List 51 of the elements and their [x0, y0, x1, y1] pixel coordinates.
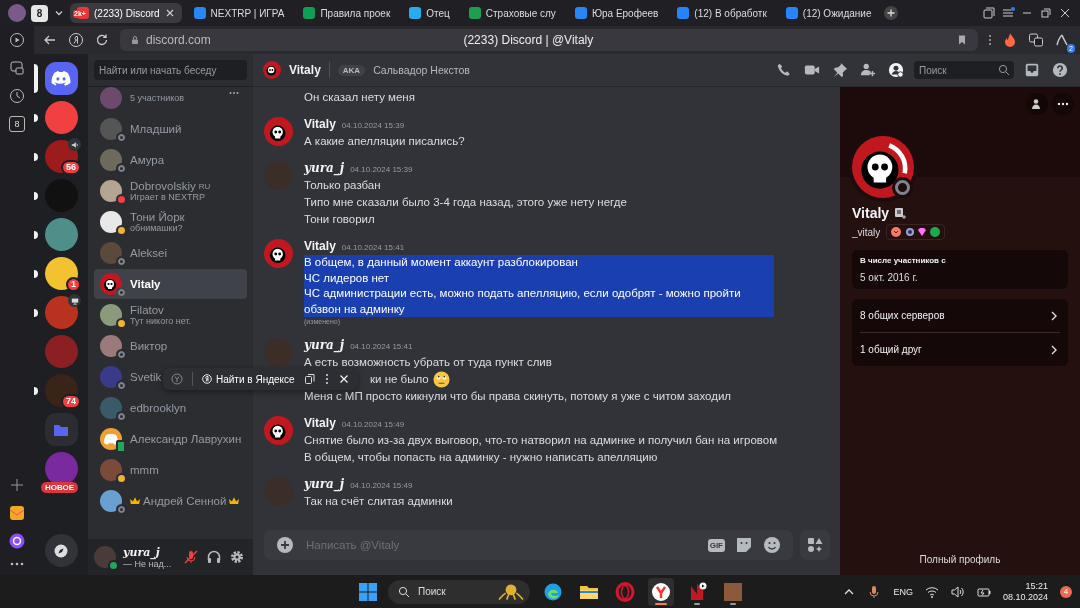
url-text: discord.com: [146, 33, 211, 47]
contact-name: Dobrovolskiy: [130, 180, 196, 192]
message-text: Только разбан: [304, 178, 381, 193]
message-text: В общем, чтобы попасть на админку - нужно написать апелляцию: [304, 450, 658, 465]
contact-name: Filatov: [130, 304, 164, 316]
contact-name: mmm: [130, 464, 159, 476]
input-placeholder: Написать @Vitaly: [306, 539, 400, 551]
search-placeholder: Поиск: [919, 64, 947, 76]
username: _vitaly: [852, 226, 881, 238]
timestamp: 04.10.2024 15:39: [341, 121, 405, 130]
message-text: Тони говорил: [304, 212, 375, 227]
country-tag: RU: [198, 181, 211, 191]
new-label: НОВОЕ: [41, 482, 79, 493]
timestamp: 04.10.2024 15:49: [341, 420, 405, 429]
contact-name: Тони Йорк: [130, 211, 185, 223]
username: yura_j: [123, 545, 161, 559]
message-text: А есть возможность убрать от туда пункт слив: [304, 355, 552, 370]
contact-name: Александр Лаврухин: [130, 433, 242, 445]
message-text: В общем, в данный момент аккаунт разблокирован ЧС лидеров нет ЧС администрации есть, можно подать апелляцию, если одобрят - можно пройти обзвон на админку: [304, 255, 774, 317]
timestamp: 04.10.2024 15:39: [350, 165, 413, 174]
status-text: Тут никого нет.: [130, 316, 193, 326]
timestamp: 04.10.2024 15:41: [341, 243, 405, 252]
contact-name: Виктор: [130, 340, 168, 352]
status-text: — Не над...: [123, 558, 173, 569]
message-text: Так на счёт слитая админки: [304, 494, 453, 509]
message-text: Типо мне сказали было 3-4 года назад, этого уже нету негде: [304, 195, 627, 210]
timestamp: 04.10.2024 15:49: [350, 481, 413, 490]
timestamp: 04.10.2024 15:41: [350, 342, 413, 351]
contact-name: Младший: [130, 123, 182, 135]
member-since-date: 5 окт. 2016 г.: [860, 272, 919, 283]
message-text: А какие апелляции писались?: [304, 134, 465, 149]
page-title: (2233) Discord | @Vitaly: [462, 33, 595, 47]
contact-name: Андрей Сенной: [143, 495, 227, 507]
message-text: Меня с МП просто кикнули что бы права скинуть, потому я уже с читом заходил: [304, 389, 732, 404]
status-text: Играет в NEXTRP: [130, 192, 206, 202]
member-since-label: В числе участников с: [860, 256, 947, 265]
recipient-name: Vitaly: [289, 63, 321, 77]
message-text: Снятие было из-за двух выговор, что-то натворил на админке и получил бан на игровом: [304, 433, 778, 448]
status-text: 5 участников: [130, 93, 186, 103]
alias-text: Сальвадор Некстов: [373, 64, 470, 76]
message-text: ки не было: [370, 372, 429, 387]
status-text: обнимашки?: [130, 223, 184, 233]
message-text: Он сказал нету меня: [304, 90, 415, 105]
profile-name: Vitaly: [852, 205, 890, 221]
contact-name: Амура: [130, 154, 165, 166]
aka-tag: AKA: [337, 64, 366, 76]
search-placeholder: Поиск: [418, 586, 446, 597]
contact-name: Svetik: [130, 371, 162, 383]
contact-name: edbrooklyn: [130, 402, 187, 414]
contact-name: Vitaly: [130, 278, 161, 290]
contact-name: Aleksei: [130, 247, 168, 259]
